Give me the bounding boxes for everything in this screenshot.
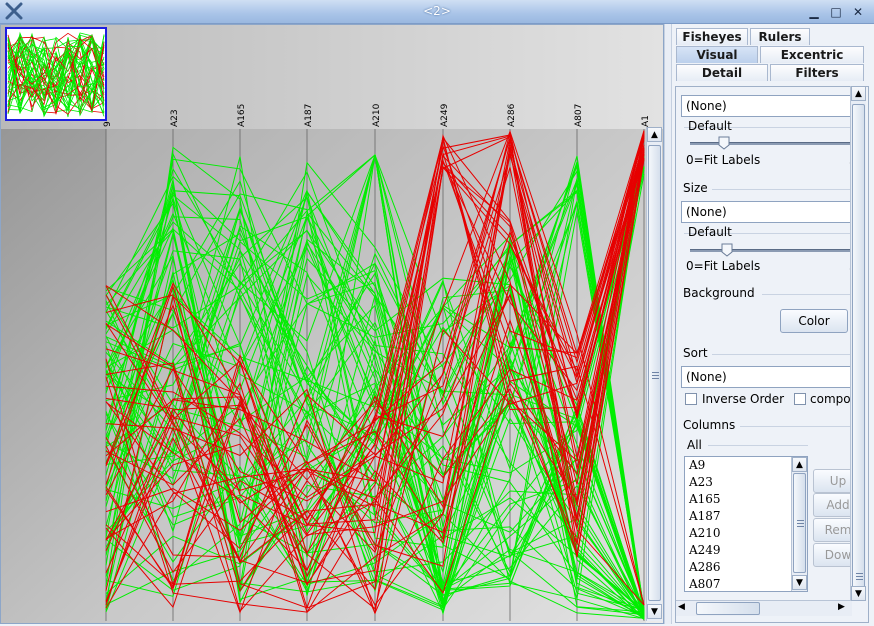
inverse-order-checkbox[interactable] — [685, 393, 697, 405]
axis-label[interactable]: A187 — [304, 104, 314, 127]
tab-filters[interactable]: Filters — [770, 64, 864, 81]
title-bar: <2> ▁ □ ✕ — [0, 0, 874, 24]
list-item[interactable]: A9 — [685, 457, 807, 474]
sort-combo[interactable]: (None) — [681, 366, 853, 388]
list-item[interactable]: A286 — [685, 559, 807, 576]
tab-visual[interactable]: Visual — [676, 46, 758, 63]
panel-scroll-thumb[interactable] — [852, 104, 865, 588]
size-slider-thumb[interactable] — [721, 243, 733, 257]
columns-list-scrollbar[interactable]: ▲ ▼ — [791, 457, 807, 591]
list-item[interactable]: A187 — [685, 508, 807, 525]
sort-title: Sort — [683, 346, 708, 360]
list-item[interactable]: A249 — [685, 542, 807, 559]
plot-vertical-scrollbar[interactable]: ▲ ▼ — [646, 127, 662, 621]
tab-rulers[interactable]: Rulers — [750, 28, 810, 45]
parallel-coordinates-view[interactable]: 9 A23 A165 A187 A210 A249 A286 A807 A1 ▲ ▼ — [0, 24, 664, 624]
compound-checkbox[interactable] — [794, 393, 806, 405]
list-item[interactable]: A23 — [685, 474, 807, 491]
panel-vertical-scrollbar[interactable]: ▲ ▼ — [850, 86, 866, 601]
panel-scroll-up-button[interactable]: ▲ — [851, 86, 866, 101]
visual-tab-content: (None) Default 0=Fit Labels 5 Size (None… — [675, 86, 869, 623]
scroll-up-button[interactable]: ▲ — [647, 127, 662, 142]
control-panel: Fisheyes Rulers Visual Excentric Detail … — [672, 24, 874, 626]
label-default-title: Default — [688, 119, 732, 133]
size-slider-text: 0=Fit Labels — [686, 259, 761, 273]
axis-label[interactable]: A210 — [372, 103, 382, 127]
axis-label[interactable]: A286 — [507, 103, 517, 127]
panel-horizontal-scrollbar[interactable]: ◀ ▶ — [676, 600, 852, 616]
size-default-title: Default — [688, 225, 732, 239]
columns-title: Columns — [683, 418, 736, 432]
inverse-order-label: Inverse Order — [702, 392, 785, 406]
axis-label[interactable]: A249 — [440, 103, 450, 127]
list-item[interactable]: A165 — [685, 491, 807, 508]
label-slider-thumb[interactable] — [718, 136, 730, 150]
panel-scroll-down-button[interactable]: ▼ — [851, 586, 866, 601]
tab-detail[interactable]: Detail — [676, 64, 768, 81]
list-item[interactable]: A210 — [685, 525, 807, 542]
minimize-button[interactable]: ▁ — [806, 4, 822, 20]
axis-label[interactable]: 9 — [103, 121, 113, 127]
axis-label[interactable]: A23 — [170, 109, 180, 127]
close-button[interactable]: ✕ — [850, 4, 866, 20]
tab-excentric[interactable]: Excentric — [760, 46, 864, 63]
label-combo[interactable]: (None) — [681, 95, 853, 117]
list-scroll-up-button[interactable]: ▲ — [792, 457, 807, 472]
parallel-coordinates-plot[interactable]: 9 A23 A165 A187 A210 A249 A286 A807 A1 — [1, 25, 663, 623]
window-title: <2> — [423, 4, 451, 18]
list-scroll-thumb[interactable] — [793, 473, 806, 573]
label-slider-track[interactable] — [690, 142, 850, 145]
overview-thumbnail[interactable] — [5, 27, 107, 121]
compound-label: compo — [810, 392, 851, 406]
scroll-down-button[interactable]: ▼ — [647, 604, 662, 619]
columns-list[interactable]: A9 A23 A165 A187 A210 A249 A286 A807 ▲ ▼ — [684, 456, 808, 592]
background-title: Background — [683, 286, 755, 300]
h-scroll-thumb[interactable] — [696, 602, 760, 615]
split-pane-divider[interactable] — [664, 24, 672, 624]
label-slider-text: 0=Fit Labels — [686, 153, 761, 167]
tab-fisheyes[interactable]: Fisheyes — [676, 28, 748, 45]
axis-label[interactable]: A165 — [237, 104, 247, 127]
maximize-button[interactable]: □ — [828, 4, 844, 20]
list-scroll-down-button[interactable]: ▼ — [792, 575, 807, 590]
color-button[interactable]: Color — [780, 309, 848, 333]
scroll-thumb[interactable] — [648, 145, 661, 601]
axis-label[interactable]: A1 — [641, 115, 651, 127]
size-slider-track[interactable] — [690, 249, 850, 252]
size-combo[interactable]: (None) — [681, 201, 853, 223]
axis-label[interactable]: A807 — [574, 104, 584, 127]
size-title: Size — [683, 181, 708, 195]
list-item[interactable]: A807 — [685, 576, 807, 591]
all-title: All — [687, 438, 702, 452]
